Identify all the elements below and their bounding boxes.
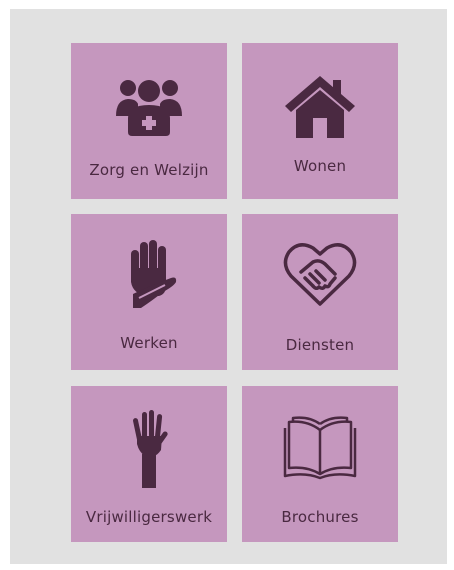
tile-werken[interactable]: Werken: [71, 214, 227, 370]
open-book-icon: [242, 416, 398, 480]
raised-hand-icon: [71, 410, 227, 488]
helping-hands-icon: [71, 238, 227, 310]
tile-label: Brochures: [281, 508, 359, 526]
tile-brochures[interactable]: Brochures: [242, 386, 398, 542]
care-group-icon: [71, 76, 227, 136]
heart-handshake-icon: [242, 242, 398, 308]
menu-panel: Zorg en Welzijn Wonen Werken Diensten Vr…: [10, 9, 447, 564]
tile-label: Wonen: [293, 157, 347, 175]
tile-label: Diensten: [285, 336, 355, 354]
tile-label: Werken: [120, 334, 178, 352]
tile-label: Zorg en Welzijn: [89, 161, 209, 179]
tile-zorg-en-welzijn[interactable]: Zorg en Welzijn: [71, 43, 227, 199]
tile-label: Vrijwilligerswerk: [85, 508, 213, 526]
house-icon: [242, 76, 398, 138]
tile-diensten[interactable]: Diensten: [242, 214, 398, 370]
tile-vrijwilligerswerk[interactable]: Vrijwilligerswerk: [71, 386, 227, 542]
tile-wonen[interactable]: Wonen: [242, 43, 398, 199]
